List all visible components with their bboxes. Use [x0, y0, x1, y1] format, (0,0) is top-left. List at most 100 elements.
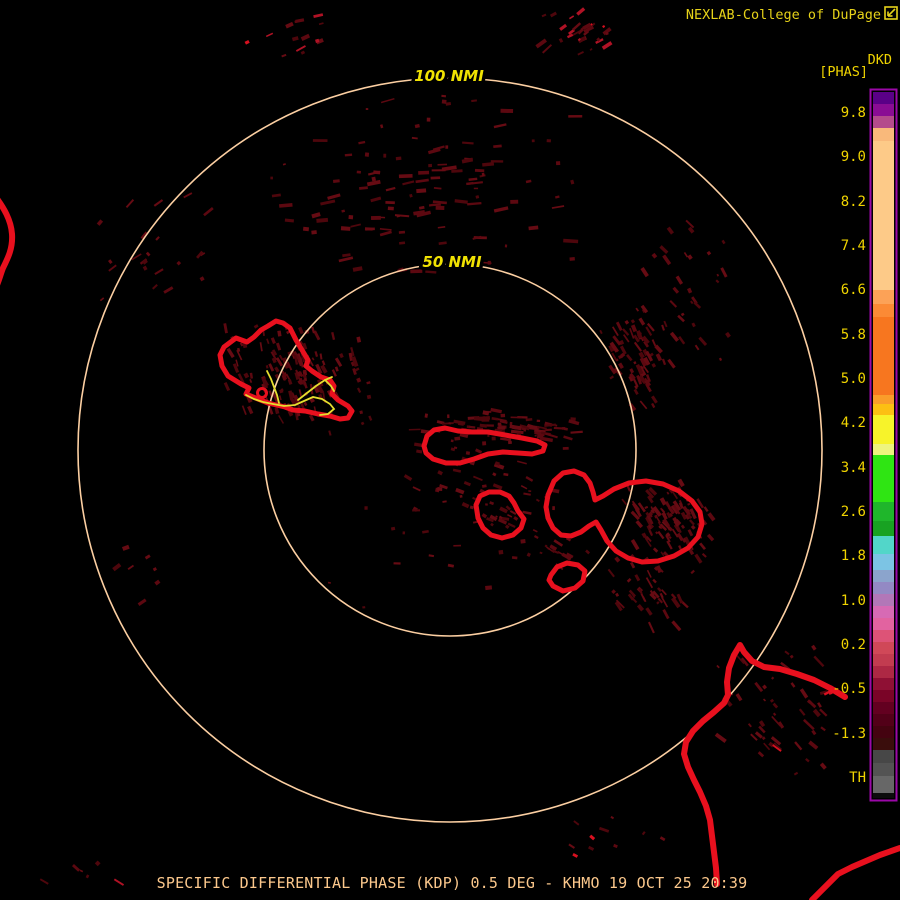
echo-speck: [509, 424, 518, 430]
echo-speck: [368, 415, 373, 421]
echo-speck: [271, 193, 281, 198]
colorbar-segment: [873, 726, 894, 738]
echo-speck: [762, 684, 768, 690]
echo-speck: [447, 563, 455, 568]
city-marker-layer: [256, 387, 268, 399]
echo-speck: [445, 101, 452, 106]
echo-speck: [601, 41, 613, 50]
echo-speck: [352, 266, 363, 272]
echo-speck: [152, 283, 158, 290]
colorbar-segment: [873, 738, 894, 750]
colorbar-segment: [873, 776, 894, 793]
echo-speck: [677, 314, 685, 323]
echo-speck: [641, 831, 646, 836]
echo-speck: [300, 33, 311, 41]
echo-speck: [559, 23, 568, 31]
echo-speck: [199, 276, 205, 282]
echo-speck: [465, 451, 471, 455]
island-outline-kauai-coast: [0, 197, 16, 286]
echo-speck: [428, 163, 433, 168]
echo-speck: [490, 522, 494, 527]
echo-speck: [720, 267, 728, 278]
colorbar-segment: [873, 317, 894, 395]
colorbar-tick-label: 1.0: [841, 593, 866, 609]
echo-speck: [651, 395, 658, 404]
echo-speck: [334, 366, 339, 372]
echo-speck: [690, 524, 696, 530]
echo-speck: [308, 414, 315, 422]
echo-speck: [362, 606, 366, 609]
colorbar-segment: [873, 763, 894, 776]
echo-speck: [491, 417, 499, 421]
echo-speck: [635, 520, 644, 529]
echo-speck: [409, 193, 413, 198]
echo-speck: [687, 529, 694, 537]
echo-speck: [482, 441, 487, 446]
echo-speck: [544, 432, 558, 439]
echo-speck: [694, 553, 703, 564]
echo-speck: [493, 144, 502, 149]
echo-speck: [474, 168, 485, 173]
echo-speck: [651, 402, 656, 409]
echo-speck: [350, 223, 361, 228]
echo-speck: [311, 230, 317, 235]
echo-speck: [448, 422, 452, 425]
echo-speck: [461, 502, 470, 509]
island-outline-molokai: [421, 425, 548, 466]
nexlab-logo-icon: [884, 6, 898, 20]
echo-speck: [633, 388, 639, 395]
echo-speck: [398, 230, 406, 234]
echo-speck: [321, 360, 326, 366]
echo-speck: [489, 501, 495, 506]
colorbar-segment: [873, 521, 894, 536]
echo-speck: [412, 509, 421, 512]
echo-speck: [481, 415, 491, 421]
echo-speck: [687, 502, 691, 506]
echo-speck: [487, 260, 491, 265]
echo-speck: [226, 347, 235, 359]
echo-speck: [497, 422, 502, 426]
echo-speck: [714, 732, 727, 743]
echo-speck: [520, 484, 528, 490]
echo-speck: [359, 186, 368, 190]
echo-speck: [348, 214, 354, 220]
echo-speck: [340, 226, 351, 231]
echo-speck: [613, 843, 618, 849]
echo-speck: [640, 267, 649, 278]
echo-speck: [379, 227, 392, 231]
echo-speck: [203, 207, 214, 217]
echo-speck: [313, 13, 324, 18]
echo-speck: [671, 620, 682, 632]
echo-speck: [152, 567, 157, 572]
echo-speck: [808, 740, 819, 750]
echo-speck: [479, 423, 488, 428]
colorbar-segment: [873, 554, 894, 570]
echo-speck: [611, 589, 616, 594]
echo-layer: [39, 7, 837, 886]
echo-speck: [253, 324, 259, 329]
echo-speck: [371, 176, 377, 182]
echo-speck: [137, 598, 147, 606]
echo-speck: [291, 36, 299, 42]
echo-speck: [339, 353, 344, 359]
island-outline-big-island-southeast-coast: [809, 845, 900, 900]
echo-speck: [360, 421, 365, 426]
echo-speck: [277, 330, 282, 337]
colorbar-segment: [873, 678, 894, 690]
echo-speck: [536, 419, 541, 423]
echo-speck: [666, 226, 674, 235]
echo-speck: [380, 97, 395, 104]
echo-speck: [438, 241, 447, 245]
echo-speck: [811, 644, 817, 651]
echo-speck: [410, 269, 423, 274]
echo-speck: [589, 834, 596, 841]
echo-speck: [644, 505, 649, 510]
range-rings: [77, 77, 823, 823]
echo-speck: [402, 180, 415, 186]
echo-speck: [125, 199, 135, 208]
echo-speck: [503, 472, 509, 477]
echo-speck: [176, 260, 182, 266]
echo-speck: [685, 219, 695, 229]
colorbar-tick-label: 4.2: [841, 415, 866, 431]
echo-speck: [701, 552, 707, 558]
